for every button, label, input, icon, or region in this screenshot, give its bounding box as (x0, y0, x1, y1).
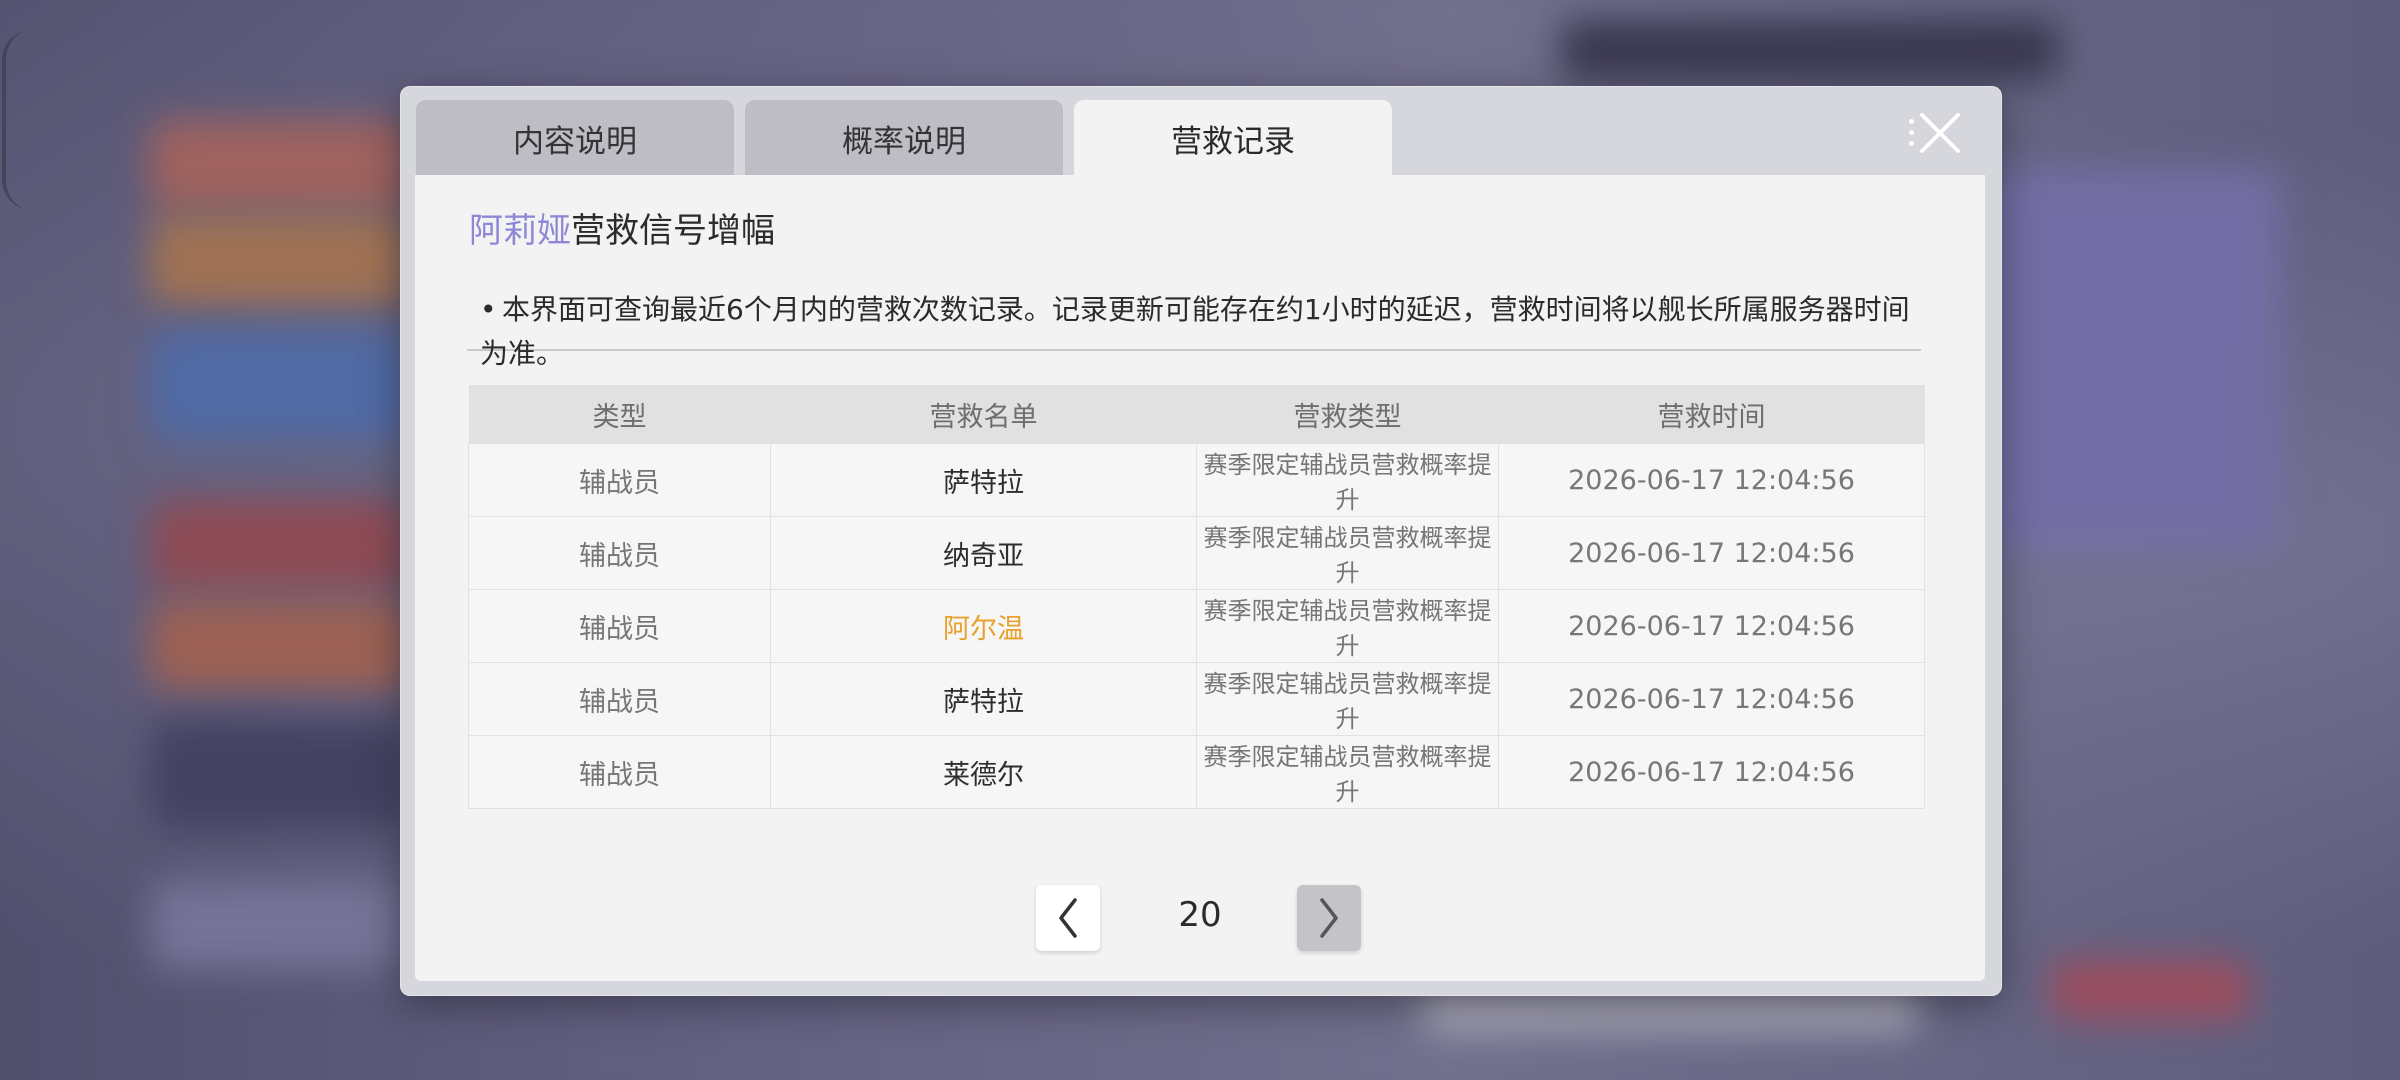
cell-type: 辅战员 (468, 662, 771, 736)
cell-type: 辅战员 (468, 443, 771, 517)
prev-page-button[interactable] (1036, 885, 1100, 951)
table-row: 辅战员 萨特拉 赛季限定辅战员营救概率提升 2026-06-17 12:04:5… (468, 662, 1925, 736)
cell-name: 莱德尔 (770, 735, 1197, 809)
table-row: 辅战员 阿尔温 赛季限定辅战员营救概率提升 2026-06-17 12:04:5… (468, 589, 1925, 663)
records-table: 类型 营救名单 营救类型 营救时间 辅战员 萨特拉 赛季限定辅战员营救概率提升 … (468, 385, 1925, 809)
cell-name: 萨特拉 (770, 662, 1197, 736)
table-row: 辅战员 萨特拉 赛季限定辅战员营救概率提升 2026-06-17 12:04:5… (468, 443, 1925, 517)
cell-time: 2026-06-17 12:04:56 (1498, 735, 1925, 809)
tab-label: 概率说明 (842, 123, 966, 160)
cell-name: 阿尔温 (770, 589, 1197, 663)
table-row: 辅战员 纳奇亚 赛季限定辅战员营救概率提升 2026-06-17 12:04:5… (468, 516, 1925, 590)
title-divider (467, 349, 1921, 351)
tab-rescue-records[interactable]: 营救记录 (1074, 100, 1392, 176)
table-header-row: 类型 营救名单 营救类型 营救时间 (468, 385, 1925, 444)
cell-time: 2026-06-17 12:04:56 (1498, 589, 1925, 663)
close-button[interactable] (1905, 101, 1975, 165)
cell-time: 2026-06-17 12:04:56 (1498, 662, 1925, 736)
cell-name: 萨特拉 (770, 443, 1197, 517)
page-number: 20 (1178, 895, 1222, 935)
chevron-right-icon (1320, 898, 1338, 938)
tab-label: 营救记录 (1171, 123, 1295, 160)
cell-type: 辅战员 (468, 516, 771, 590)
title-text: 营救信号增幅 (571, 211, 775, 251)
next-page-button[interactable] (1297, 885, 1361, 951)
title-highlight: 阿莉娅 (469, 211, 571, 251)
column-header-type: 类型 (468, 385, 771, 444)
cell-time: 2026-06-17 12:04:56 (1498, 516, 1925, 590)
chevron-left-icon (1059, 898, 1077, 938)
cell-rescue-type: 赛季限定辅战员营救概率提升 (1196, 589, 1499, 663)
tab-label: 内容说明 (513, 123, 637, 160)
cell-rescue-type: 赛季限定辅战员营救概率提升 (1196, 516, 1499, 590)
close-x-icon (1920, 113, 1960, 153)
column-header-name: 营救名单 (770, 385, 1197, 444)
cell-type: 辅战员 (468, 735, 771, 809)
cell-time: 2026-06-17 12:04:56 (1498, 443, 1925, 517)
cell-rescue-type: 赛季限定辅战员营救概率提升 (1196, 735, 1499, 809)
table-row: 辅战员 莱德尔 赛季限定辅战员营救概率提升 2026-06-17 12:04:5… (468, 735, 1925, 809)
tab-probability-description[interactable]: 概率说明 (745, 100, 1063, 176)
dots-decoration (1909, 119, 1914, 147)
cell-type: 辅战员 (468, 589, 771, 663)
cell-name: 纳奇亚 (770, 516, 1197, 590)
cell-rescue-type: 赛季限定辅战员营救概率提升 (1196, 662, 1499, 736)
column-header-rescue-type: 营救类型 (1196, 385, 1499, 444)
tab-content-description[interactable]: 内容说明 (416, 100, 734, 176)
cell-rescue-type: 赛季限定辅战员营救概率提升 (1196, 443, 1499, 517)
column-header-time: 营救时间 (1498, 385, 1925, 444)
panel-title: 阿莉娅营救信号增幅 (469, 203, 775, 252)
pagination: 20 (0, 885, 2400, 951)
